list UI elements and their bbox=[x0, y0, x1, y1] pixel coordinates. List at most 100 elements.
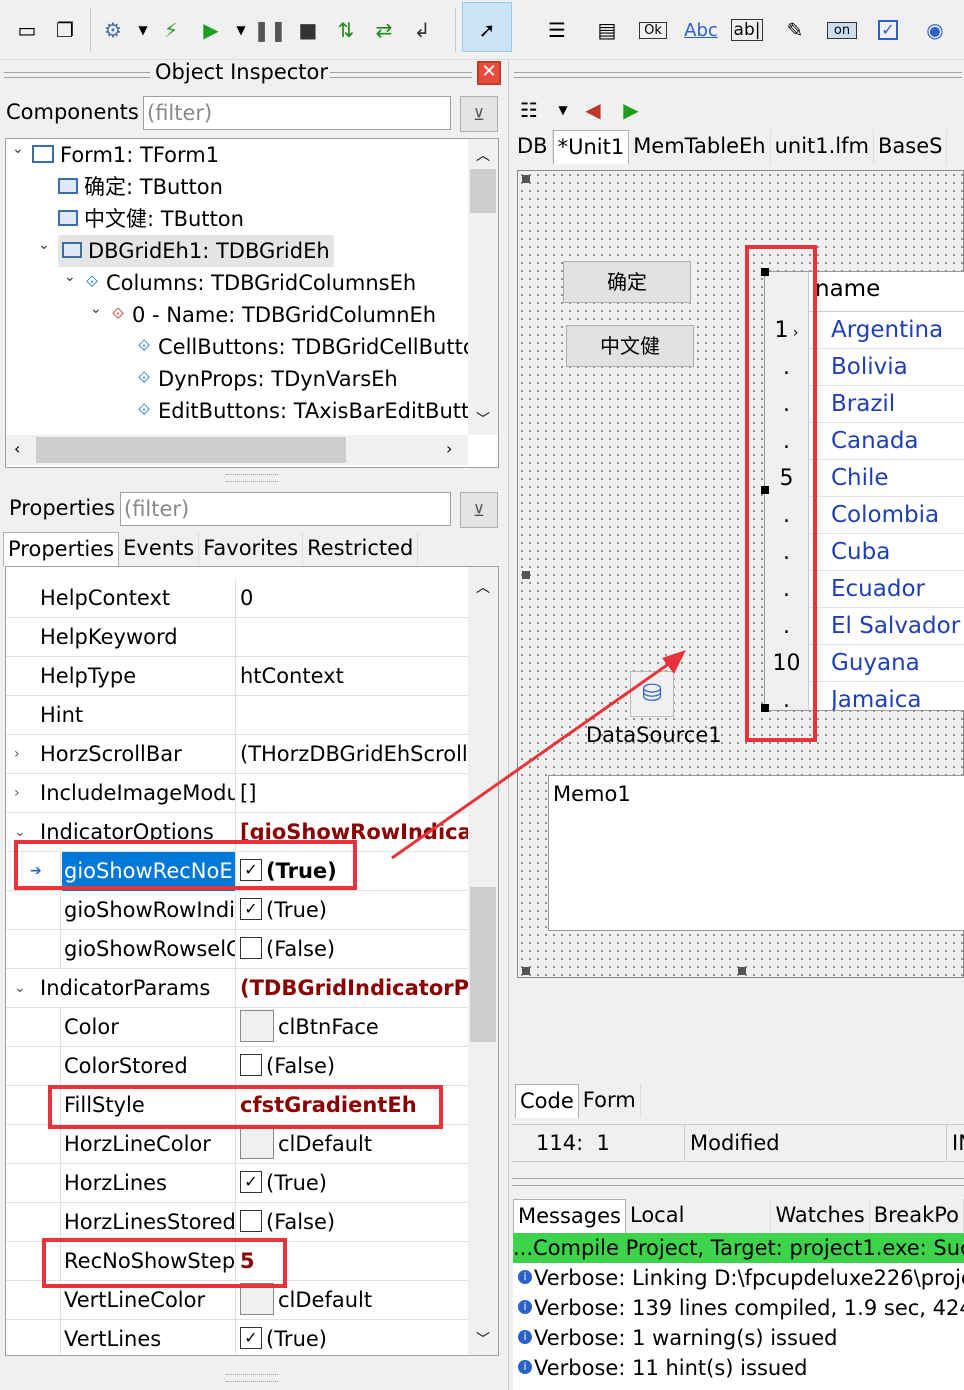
tab-bases[interactable]: BaseS bbox=[874, 130, 948, 164]
property-row[interactable]: gioShowRowIndi ✓ (True) bbox=[6, 891, 468, 930]
chevron-down-icon[interactable]: ▼ bbox=[128, 12, 158, 48]
expand-chevron-icon[interactable]: ⌄ bbox=[64, 269, 76, 285]
scroll-thumb[interactable] bbox=[36, 437, 346, 463]
grid-column-header[interactable]: name bbox=[815, 276, 880, 302]
tedit-icon[interactable]: ab| bbox=[730, 12, 764, 48]
message-line[interactable]: i Verbose: 11 hint(s) issued bbox=[513, 1353, 807, 1383]
expand-chevron-icon[interactable]: ⌄ bbox=[38, 237, 50, 253]
tlabel-icon[interactable]: Abc bbox=[682, 12, 720, 48]
tree-horizontal-scrollbar[interactable]: ‹ › bbox=[6, 435, 468, 465]
property-row[interactable]: HelpContext 0 bbox=[6, 579, 468, 618]
pause-icon[interactable]: ❚❚ bbox=[253, 12, 287, 48]
chinese-button[interactable]: 中文健 bbox=[566, 325, 694, 367]
tree-item[interactable]: ⟐ Columns: TDBGridColumnsEh bbox=[84, 267, 416, 299]
scroll-up-icon[interactable]: ︿ bbox=[476, 145, 490, 165]
tab-messages[interactable]: Messages bbox=[513, 1199, 626, 1233]
step-out-icon[interactable]: ↲ bbox=[407, 12, 437, 48]
tab-breakpo[interactable]: BreakPo bbox=[870, 1199, 964, 1233]
checkbox[interactable] bbox=[240, 1210, 262, 1232]
jump-menu-icon[interactable]: ☷ bbox=[514, 92, 544, 128]
tree-item[interactable]: DBGridEh1: TDBGridEh bbox=[58, 235, 334, 267]
settings-icon[interactable]: ⚙ bbox=[98, 12, 128, 48]
expand-chevron-icon[interactable]: ⌄ bbox=[14, 969, 26, 1008]
property-row[interactable]: VertLines ✓ (True) bbox=[6, 1320, 468, 1355]
chevron-down-icon[interactable]: ▼ bbox=[226, 12, 256, 48]
checkbox[interactable]: ✓ bbox=[240, 898, 262, 920]
splitter-grip[interactable] bbox=[226, 1374, 278, 1382]
run-icon[interactable]: ▶ bbox=[196, 12, 226, 48]
scroll-up-icon[interactable]: ︿ bbox=[476, 577, 490, 597]
stop-icon[interactable]: ■ bbox=[293, 12, 323, 48]
tree-item[interactable]: Form1: TForm1 bbox=[32, 139, 219, 171]
tree-item[interactable]: ⟐ EditButtons: TAxisBarEditButt bbox=[136, 395, 470, 427]
tree-item[interactable]: ⟐ DynProps: TDynVarsEh bbox=[136, 363, 398, 395]
step-over-icon[interactable]: ⇄ bbox=[369, 12, 399, 48]
step-into-icon[interactable]: ⇅ bbox=[331, 12, 361, 48]
tab-unit1[interactable]: *Unit1 bbox=[552, 130, 630, 164]
tab-local-variables[interactable]: Local Variables bbox=[626, 1199, 772, 1259]
message-line[interactable]: i Verbose: Linking D:\fpcupdeluxe226\proj… bbox=[513, 1263, 964, 1293]
scroll-thumb[interactable] bbox=[470, 887, 496, 1042]
expand-chevron-icon[interactable]: › bbox=[14, 735, 20, 774]
property-value[interactable]: (False) bbox=[235, 1047, 468, 1086]
popup-menu-icon[interactable]: ▤ bbox=[592, 12, 622, 48]
property-value[interactable]: (False) bbox=[235, 1203, 468, 1242]
message-line[interactable]: ...Compile Project, Target: project1.exe… bbox=[513, 1233, 964, 1263]
checkbox[interactable] bbox=[240, 1054, 262, 1076]
main-menu-icon[interactable]: ☰ bbox=[542, 12, 572, 48]
message-line[interactable]: i Verbose: 1 warning(s) issued bbox=[513, 1323, 838, 1353]
message-line[interactable]: i Verbose: 139 lines compiled, 1.9 sec, 4… bbox=[513, 1293, 964, 1323]
tree-item[interactable]: ⟐ 0 - Name: TDBGridColumnEh bbox=[110, 299, 436, 331]
tab-form[interactable]: Form bbox=[579, 1084, 641, 1118]
expand-chevron-icon[interactable]: ⌄ bbox=[90, 301, 102, 317]
property-row[interactable]: HorzLinesStored (False) bbox=[6, 1203, 468, 1242]
tab-watches[interactable]: Watches bbox=[771, 1199, 870, 1233]
back-arrow-icon[interactable]: ◀ bbox=[578, 92, 608, 128]
expand-chevron-icon[interactable]: ⌄ bbox=[12, 141, 24, 157]
tree-vertical-scrollbar[interactable]: ︿ ﹀ bbox=[468, 139, 498, 435]
property-row[interactable]: ⌄ IndicatorParams (TDBGridIndicatorPara bbox=[6, 969, 468, 1008]
property-value[interactable]: ✓ (True) bbox=[235, 1320, 468, 1355]
pointer-icon[interactable]: ➚ bbox=[472, 12, 502, 48]
tab-code[interactable]: Code bbox=[515, 1084, 579, 1118]
property-value[interactable]: clDefault bbox=[235, 1125, 468, 1164]
scroll-thumb[interactable] bbox=[470, 169, 496, 213]
property-row[interactable]: ColorStored (False) bbox=[6, 1047, 468, 1086]
property-row[interactable]: Color clBtnFace bbox=[6, 1008, 468, 1047]
tree-item[interactable]: 中文健: TButton bbox=[58, 203, 244, 235]
clear-filter-icon[interactable]: ⊻ bbox=[460, 492, 498, 528]
new-form-icon[interactable]: ▭ bbox=[12, 12, 42, 48]
forward-arrow-icon[interactable]: ▶ bbox=[616, 92, 646, 128]
property-value[interactable]: ✓ (True) bbox=[235, 891, 468, 930]
color-swatch[interactable] bbox=[240, 1127, 274, 1159]
compile-icon[interactable]: ⚡ bbox=[156, 12, 186, 48]
property-value[interactable]: 0 bbox=[235, 579, 468, 618]
tab-properties[interactable]: Properties bbox=[3, 532, 120, 566]
checkbox[interactable]: ✓ bbox=[240, 1327, 262, 1349]
tab-memtableeh[interactable]: MemTableEh bbox=[629, 130, 771, 164]
close-icon[interactable]: ✕ bbox=[477, 61, 501, 85]
tcheckbox-icon[interactable]: ✓ bbox=[873, 12, 903, 48]
property-row[interactable]: gioShowRowselC (False) bbox=[6, 930, 468, 969]
checkbox[interactable] bbox=[240, 937, 262, 959]
property-value[interactable]: clBtnFace bbox=[235, 1008, 468, 1047]
splitter-grip[interactable] bbox=[226, 474, 278, 482]
property-row[interactable]: HorzLineColor clDefault bbox=[6, 1125, 468, 1164]
toggle-form-icon[interactable]: ❐ bbox=[50, 12, 80, 48]
tab-restricted[interactable]: Restricted bbox=[303, 532, 419, 566]
property-row[interactable]: HorzLines ✓ (True) bbox=[6, 1164, 468, 1203]
clear-filter-icon[interactable]: ⊻ bbox=[460, 96, 498, 132]
components-filter-input[interactable]: (filter) bbox=[143, 96, 451, 130]
property-value[interactable]: (TDBGridIndicatorPara bbox=[235, 969, 468, 1008]
properties-filter-input[interactable]: (filter) bbox=[120, 492, 451, 526]
tab-events[interactable]: Events bbox=[119, 532, 200, 566]
scroll-down-icon[interactable]: ﹀ bbox=[476, 1329, 490, 1349]
tree-item[interactable]: 确定: TButton bbox=[58, 171, 223, 203]
color-swatch[interactable] bbox=[240, 1010, 274, 1042]
tbutton-icon[interactable]: Ok bbox=[634, 12, 672, 48]
scroll-right-icon[interactable]: › bbox=[446, 439, 452, 458]
scroll-left-icon[interactable]: ‹ bbox=[14, 439, 20, 458]
tradiobutton-icon[interactable]: ◉ bbox=[920, 12, 950, 48]
tab-db[interactable]: DB bbox=[513, 130, 553, 164]
chevron-down-icon[interactable]: ▼ bbox=[548, 92, 578, 128]
